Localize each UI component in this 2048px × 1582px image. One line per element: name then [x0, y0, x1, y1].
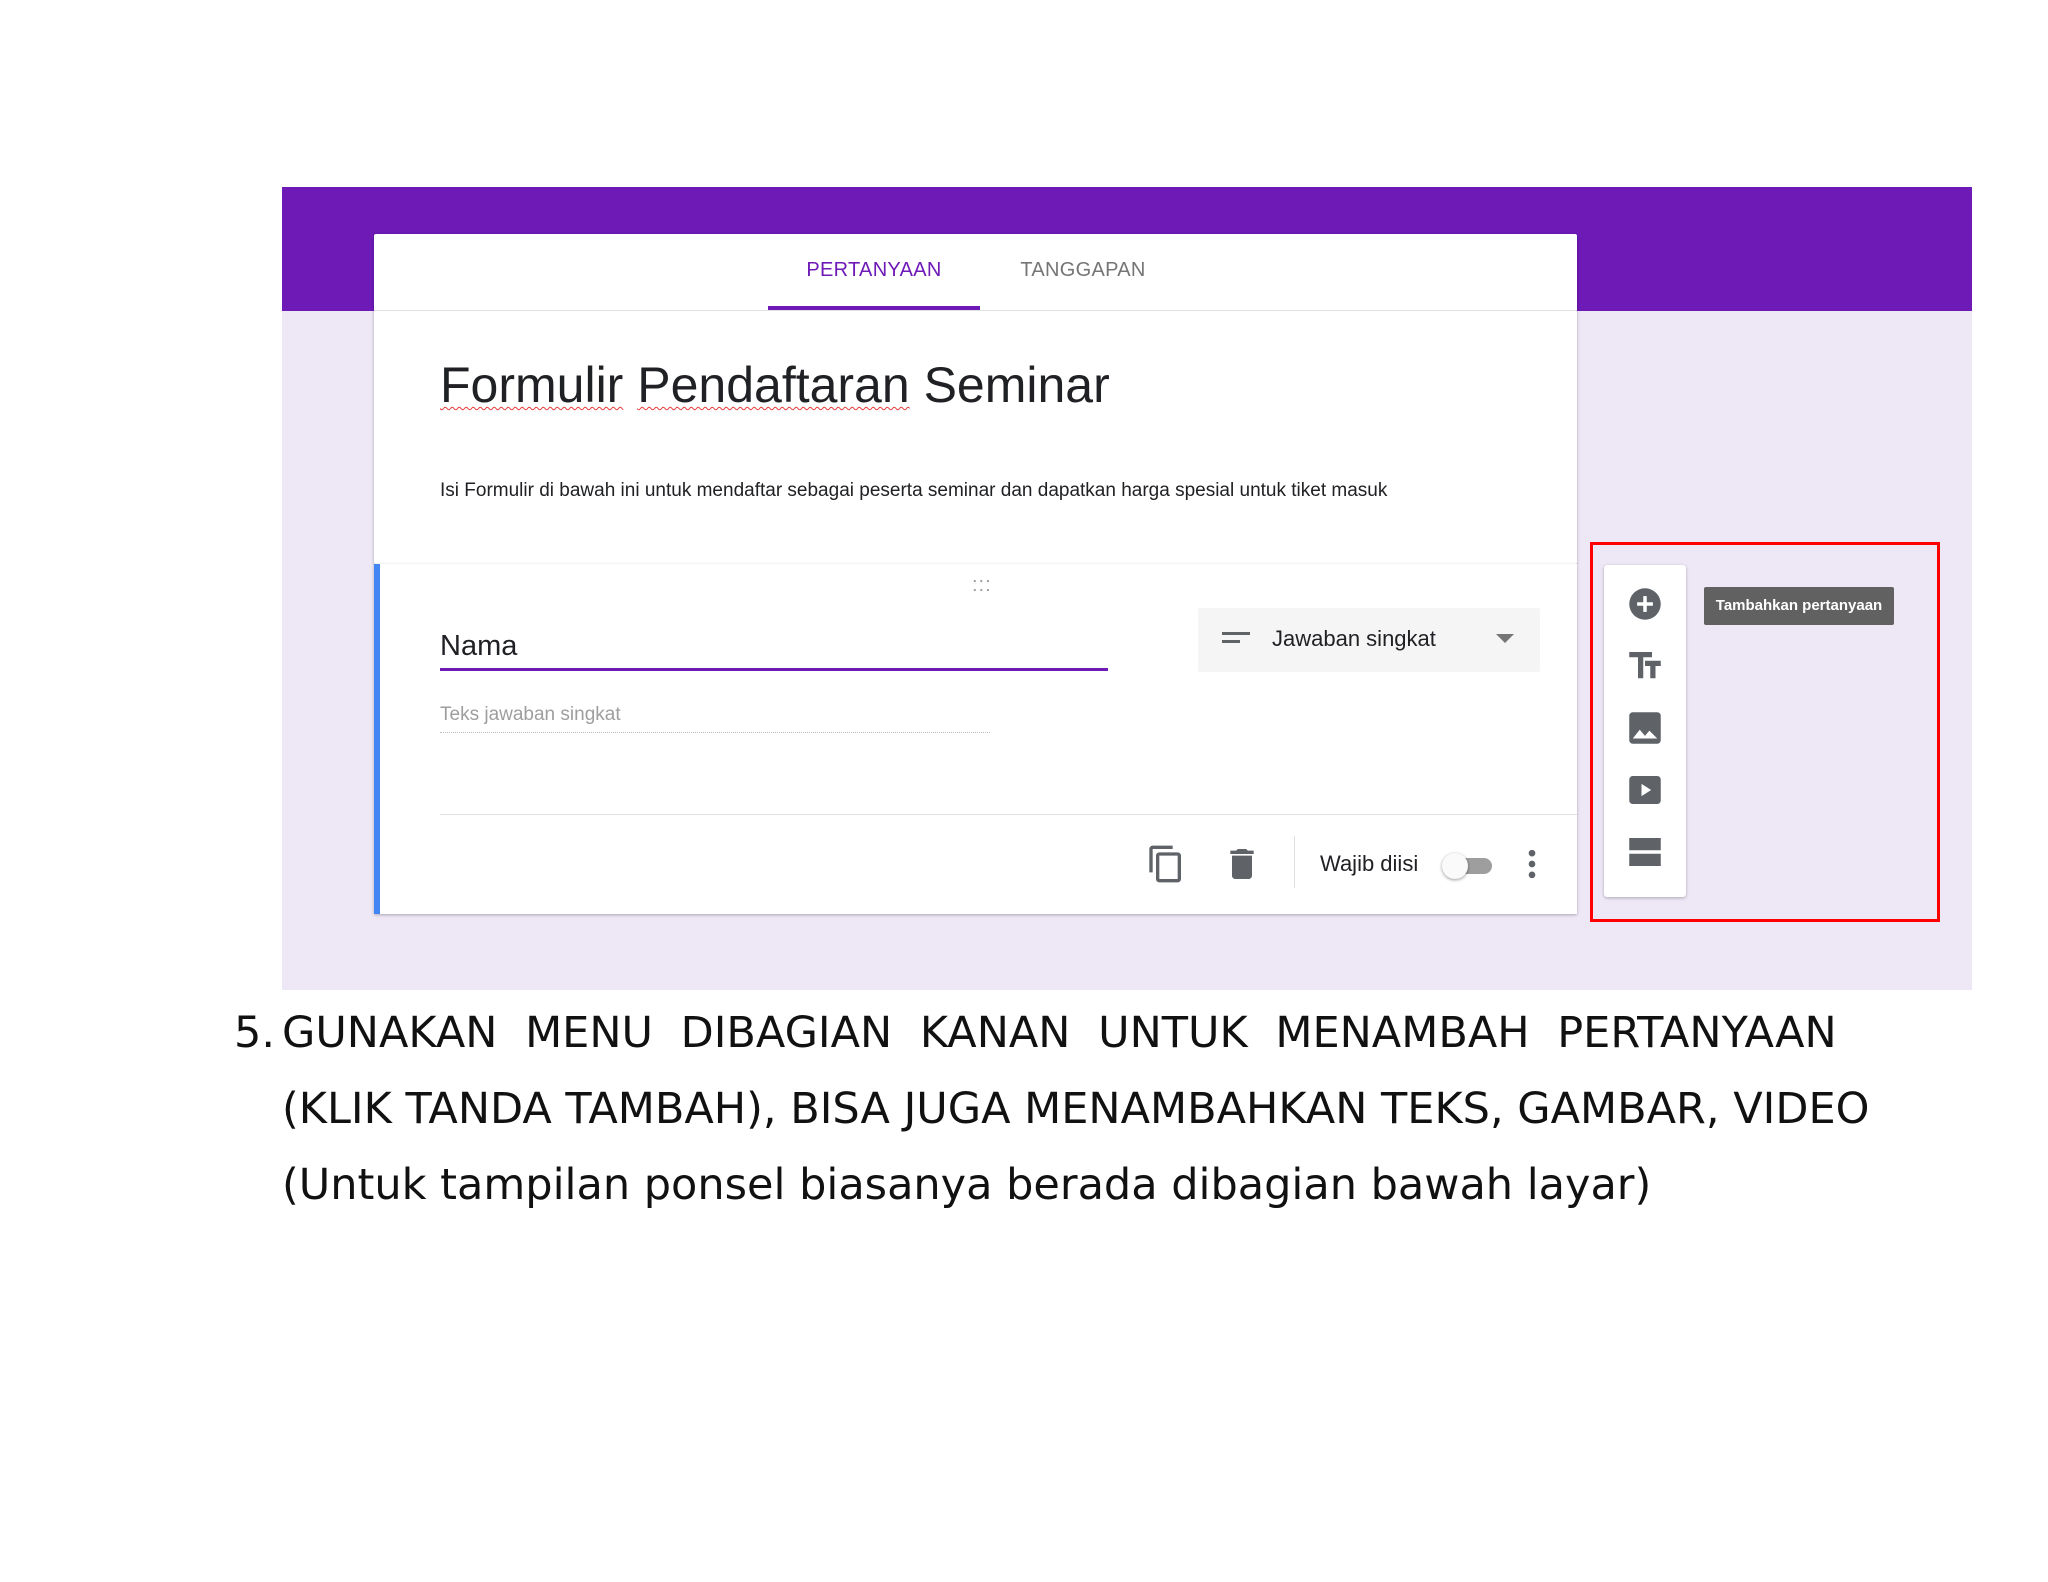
form-title[interactable]: Formulir Pendaftaran Seminar — [440, 356, 1110, 414]
divider — [1294, 836, 1295, 888]
step-number: 5. — [234, 1008, 276, 1058]
caption-line: (Untuk tampilan ponsel biasanya berada d… — [282, 1160, 1652, 1210]
required-toggle[interactable] — [1442, 853, 1494, 879]
form-description[interactable]: Isi Formulir di bawah ini untuk mendafta… — [440, 480, 1387, 502]
question-card[interactable]: ::: Nama Jawaban singkat Teks jawaban si… — [374, 564, 1577, 914]
dropdown-arrow-icon — [1496, 634, 1514, 643]
forms-screenshot: PERTANYAAN TANGGAPAN Formulir Pendaftara… — [282, 187, 1972, 990]
caption-line: GUNAKAN MENU DIBAGIAN KANAN UNTUK MENAMB… — [282, 1008, 1837, 1058]
tab-pertanyaan[interactable]: PERTANYAAN — [768, 234, 980, 310]
divider — [440, 814, 1577, 815]
delete-icon[interactable] — [1222, 844, 1262, 884]
tab-bar: PERTANYAAN TANGGAPAN — [374, 234, 1577, 311]
tab-tanggapan[interactable]: TANGGAPAN — [980, 234, 1186, 310]
form-title-word: Seminar — [923, 357, 1110, 413]
required-label: Wajib diisi — [1320, 851, 1419, 876]
caption-line: (KLIK TANDA TAMBAH), BISA JUGA MENAMBAHK… — [282, 1084, 1870, 1134]
toggle-knob — [1442, 853, 1468, 879]
highlight-box — [1590, 542, 1940, 922]
form-title-word: Pendaftaran — [637, 357, 910, 413]
more-vert-icon[interactable] — [1512, 844, 1552, 884]
form-title-word: Formulir — [440, 357, 624, 413]
duplicate-icon[interactable] — [1146, 844, 1186, 884]
question-type-label: Jawaban singkat — [1272, 626, 1436, 651]
question-type-dropdown[interactable]: Jawaban singkat — [1198, 608, 1540, 672]
drag-handle-icon[interactable]: ::: — [972, 574, 992, 597]
answer-placeholder: Teks jawaban singkat — [440, 704, 990, 733]
form-header-card: PERTANYAAN TANGGAPAN Formulir Pendaftara… — [374, 234, 1577, 564]
question-title-input[interactable]: Nama — [440, 624, 1108, 671]
short-text-icon — [1222, 632, 1250, 648]
